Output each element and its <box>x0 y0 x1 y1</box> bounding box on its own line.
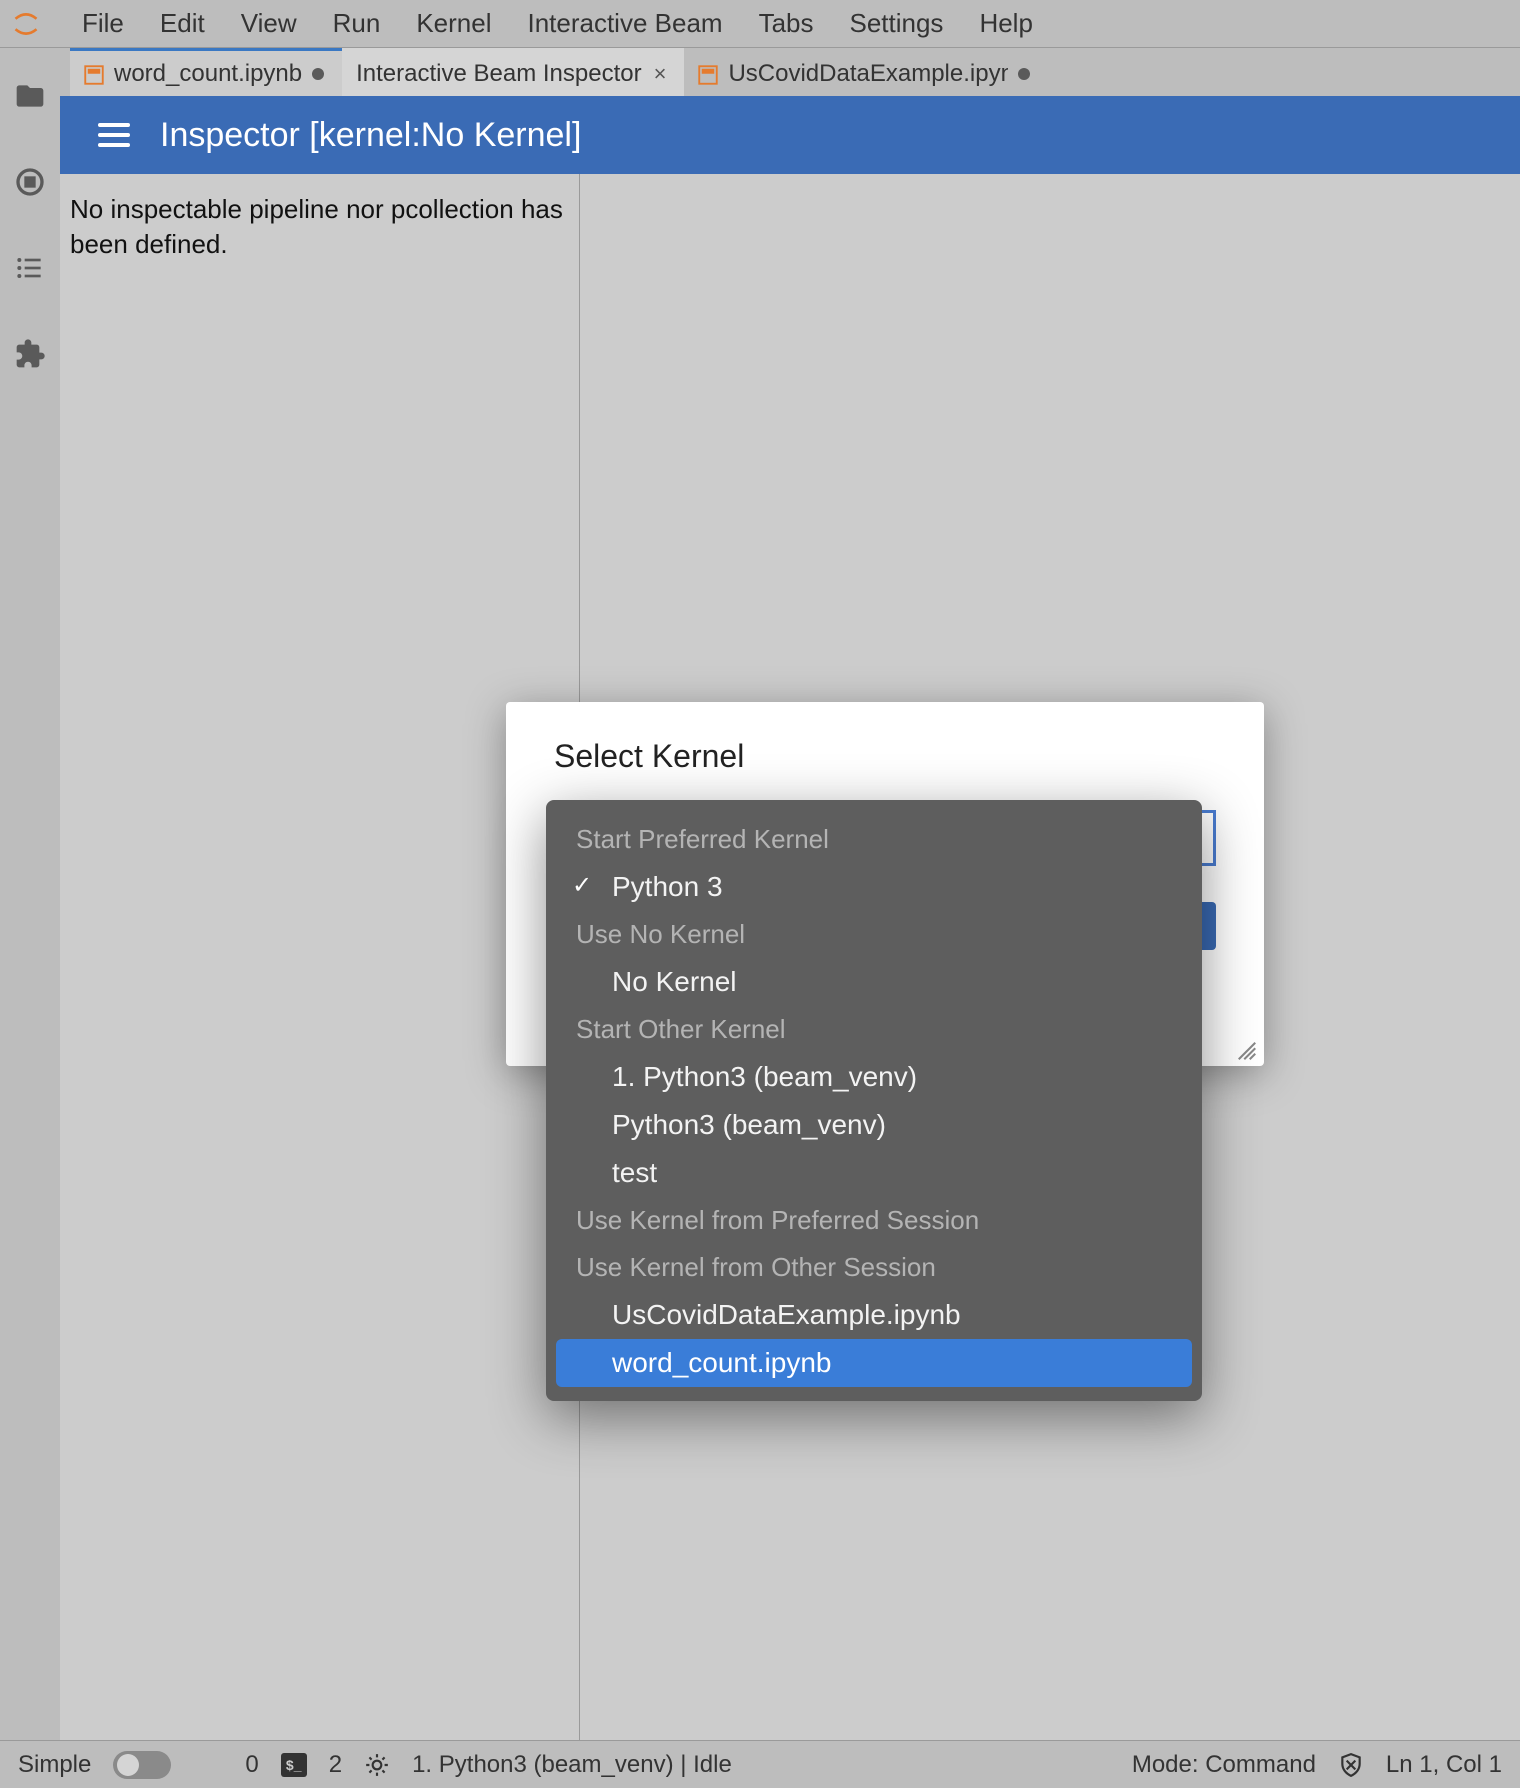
menu-kernel[interactable]: Kernel <box>398 2 509 45</box>
dd-group-no-kernel: Use No Kernel <box>546 911 1202 958</box>
close-icon[interactable]: × <box>652 61 667 87</box>
cursor-label: Ln 1, Col 1 <box>1386 1751 1502 1779</box>
left-sidebar <box>0 48 60 1740</box>
dd-group-other-kernel: Start Other Kernel <box>546 1006 1202 1053</box>
tab-label: Interactive Beam Inspector <box>356 60 641 88</box>
dialog-title: Select Kernel <box>554 738 1216 775</box>
menu-settings[interactable]: Settings <box>831 2 961 45</box>
extensions-icon[interactable] <box>12 336 48 372</box>
inspector-header: Inspector [kernel:No Kernel] <box>60 96 1520 174</box>
menu-interactive-beam[interactable]: Interactive Beam <box>509 2 740 45</box>
dd-item-python3-beam1[interactable]: 1. Python3 (beam_venv) <box>546 1053 1202 1101</box>
dd-item-wordcount[interactable]: word_count.ipynb <box>556 1339 1192 1387</box>
unsaved-dot-icon <box>1018 68 1030 80</box>
inspector-title: Inspector [kernel:No Kernel] <box>160 116 581 155</box>
inspector-left-panel: No inspectable pipeline nor pcollection … <box>60 174 580 1740</box>
dd-item-python3[interactable]: Python 3 <box>546 863 1202 911</box>
menu-tabs[interactable]: Tabs <box>741 2 832 45</box>
dd-item-test[interactable]: test <box>546 1149 1202 1197</box>
running-icon[interactable] <box>12 164 48 200</box>
menu-help[interactable]: Help <box>961 2 1050 45</box>
tab-inspector[interactable]: Interactive Beam Inspector × <box>342 48 684 96</box>
dd-item-python3-beam2[interactable]: Python3 (beam_venv) <box>546 1101 1202 1149</box>
dd-item-no-kernel[interactable]: No Kernel <box>546 958 1202 1006</box>
status-bar: Simple 0 $_ 2 1. Python3 (beam_venv) | I… <box>0 1740 1520 1788</box>
tab-label: UsCovidDataExample.ipynb <box>728 60 1008 88</box>
terminal-icon[interactable]: $_ <box>281 1753 307 1777</box>
resize-handle-icon[interactable] <box>1236 1040 1258 1062</box>
jupyter-logo <box>10 8 42 40</box>
tab-bar: word_count.ipynb Interactive Beam Inspec… <box>60 48 1520 96</box>
menu-run[interactable]: Run <box>315 2 399 45</box>
tab-uscovid[interactable]: UsCovidDataExample.ipynb <box>684 48 1048 96</box>
counter-1: 2 <box>329 1751 342 1779</box>
mode-label: Mode: Command <box>1132 1751 1316 1779</box>
notebook-icon <box>698 64 718 84</box>
menu-bar: File Edit View Run Kernel Interactive Be… <box>0 0 1520 48</box>
dd-group-other-session: Use Kernel from Other Session <box>546 1244 1202 1291</box>
menu-edit[interactable]: Edit <box>142 2 223 45</box>
counter-0: 0 <box>245 1751 258 1779</box>
tab-word-count[interactable]: word_count.ipynb <box>70 48 342 96</box>
tab-label: word_count.ipynb <box>114 60 302 88</box>
hamburger-icon[interactable] <box>98 123 130 147</box>
kernel-label: 1. Python3 (beam_venv) | Idle <box>412 1751 732 1779</box>
trust-icon[interactable] <box>1338 1752 1364 1778</box>
kernel-dropdown: Start Preferred Kernel Python 3 Use No K… <box>546 800 1202 1401</box>
dd-group-preferred: Start Preferred Kernel <box>546 816 1202 863</box>
toc-icon[interactable] <box>12 250 48 286</box>
notebook-icon <box>84 64 104 84</box>
simple-label: Simple <box>18 1751 91 1779</box>
unsaved-dot-icon <box>312 68 324 80</box>
menu-file[interactable]: File <box>64 2 142 45</box>
files-icon[interactable] <box>12 78 48 114</box>
simple-toggle[interactable] <box>113 1751 171 1779</box>
menu-view[interactable]: View <box>223 2 315 45</box>
dd-group-preferred-session: Use Kernel from Preferred Session <box>546 1197 1202 1244</box>
dd-item-uscovid[interactable]: UsCovidDataExample.ipynb <box>546 1291 1202 1339</box>
kernel-status-icon[interactable] <box>364 1752 390 1778</box>
